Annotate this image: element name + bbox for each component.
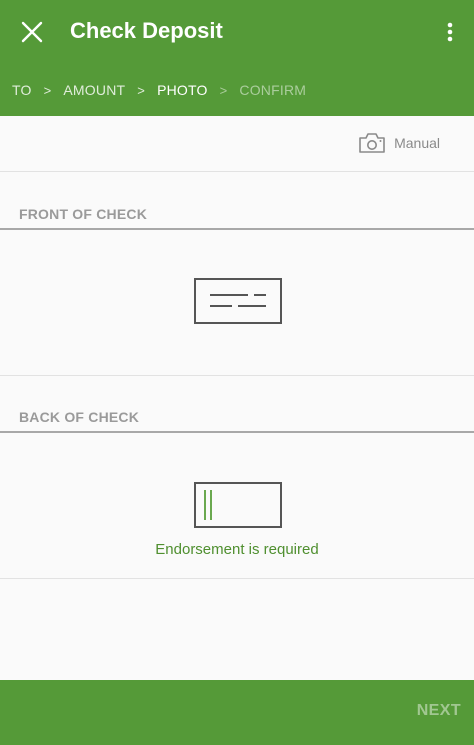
front-check-capture[interactable] [0,230,474,375]
manual-label: Manual [394,135,440,151]
divider [0,578,474,579]
step-separator: > [219,82,228,98]
more-vertical-icon [447,22,453,42]
step-breadcrumb: TO > AMOUNT > PHOTO > CONFIRM [12,82,306,98]
check-front-icon [194,278,282,324]
front-of-check-label: FRONT OF CHECK [19,206,148,222]
step-amount[interactable]: AMOUNT [63,82,125,98]
overflow-menu-button[interactable] [436,14,464,50]
bottom-action-bar: NEXT [0,680,474,745]
step-confirm: CONFIRM [239,82,307,98]
step-to[interactable]: TO [12,82,32,98]
app-header: Check Deposit TO > AMOUNT > PHOTO > CONF… [0,0,474,116]
manual-button[interactable]: Manual [358,132,440,154]
step-separator: > [137,82,146,98]
next-button[interactable]: NEXT [417,702,461,720]
divider [0,375,474,376]
step-photo[interactable]: PHOTO [157,82,208,98]
back-of-check-label: BACK OF CHECK [19,409,140,425]
check-back-icon [194,482,282,528]
page-title: Check Deposit [70,18,223,43]
camera-icon [358,132,386,154]
step-separator: > [43,82,52,98]
close-icon [21,21,43,43]
close-button[interactable] [14,14,50,50]
manual-entry-row: Manual [0,116,474,172]
endorsement-required-note: Endorsement is required [155,541,319,558]
